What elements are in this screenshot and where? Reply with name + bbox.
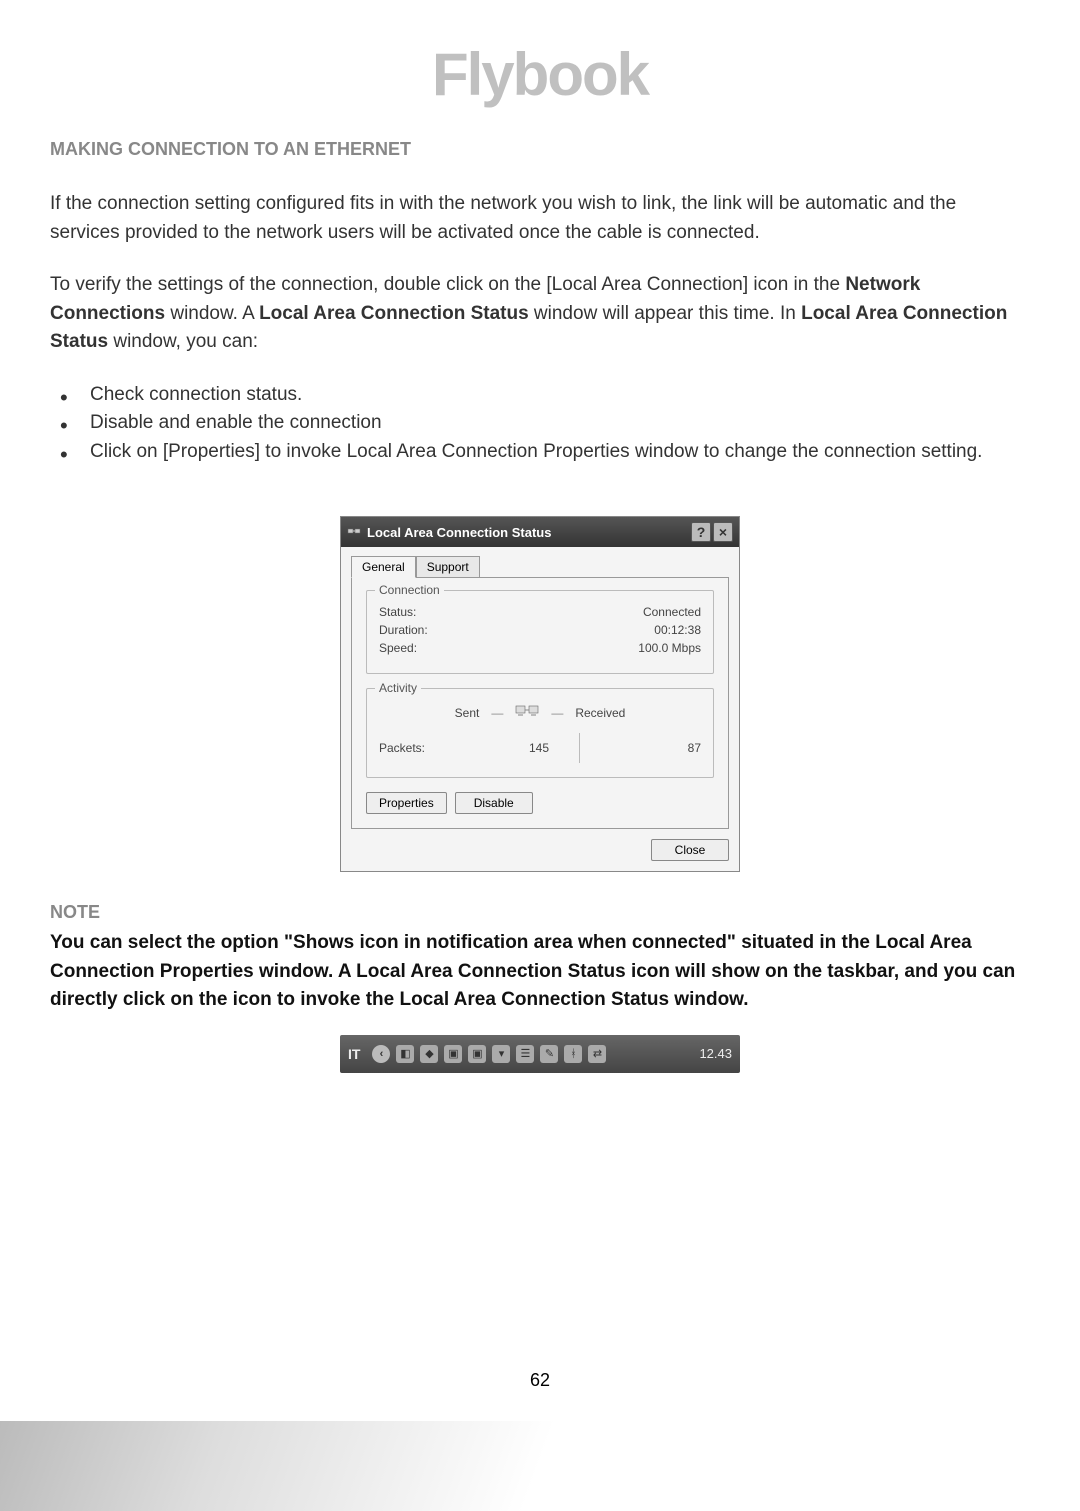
bullet-item-3: Click on [Properties] to invoke Local Ar… bbox=[50, 438, 1030, 467]
help-button[interactable]: ? bbox=[691, 522, 711, 542]
dash-right: — bbox=[551, 706, 563, 720]
taskbar-clock[interactable]: 12.43 bbox=[699, 1046, 732, 1061]
brand-logo-text: Flybook bbox=[432, 41, 648, 108]
tab-support[interactable]: Support bbox=[416, 556, 480, 578]
speed-value: 100.0 Mbps bbox=[638, 641, 701, 655]
tray-expand-icon[interactable]: ‹ bbox=[372, 1045, 390, 1063]
taskbar-screenshot: IT ‹ ◧ ◆ ▣ ▣ ▾ ☰ ✎ ᚼ ⇄ 12.43 bbox=[50, 1035, 1030, 1073]
duration-value: 00:12:38 bbox=[654, 623, 701, 637]
packets-received: 87 bbox=[589, 741, 701, 755]
status-label: Status: bbox=[379, 605, 416, 619]
tray-icon-4[interactable]: ▣ bbox=[468, 1045, 486, 1063]
activity-legend: Activity bbox=[375, 681, 421, 695]
button-row: Properties Disable bbox=[366, 792, 714, 814]
close-button[interactable]: Close bbox=[651, 839, 729, 861]
language-indicator[interactable]: IT bbox=[348, 1046, 360, 1062]
disable-button[interactable]: Disable bbox=[455, 792, 533, 814]
network-icon bbox=[347, 525, 361, 539]
properties-button[interactable]: Properties bbox=[366, 792, 447, 814]
tray-icon-3[interactable]: ▣ bbox=[444, 1045, 462, 1063]
para2-mid2: window will appear this time. In bbox=[529, 303, 801, 324]
activity-header: Sent — — Received bbox=[379, 703, 701, 723]
duration-label: Duration: bbox=[379, 623, 428, 637]
status-row: Status: Connected bbox=[379, 605, 701, 619]
network-tray-icon[interactable]: ⇄ bbox=[588, 1045, 606, 1063]
tray-icon-5[interactable]: ▾ bbox=[492, 1045, 510, 1063]
note-text: You can select the option "Shows icon in… bbox=[50, 929, 1030, 1015]
taskbar: IT ‹ ◧ ◆ ▣ ▣ ▾ ☰ ✎ ᚼ ⇄ 12.43 bbox=[340, 1035, 740, 1073]
para2-pre: To verify the settings of the connection… bbox=[50, 274, 845, 295]
paragraph-1: If the connection setting configured fit… bbox=[50, 190, 1030, 247]
dialog-window: Local Area Connection Status ? × General… bbox=[340, 516, 740, 872]
tray-icon-1[interactable]: ◧ bbox=[396, 1045, 414, 1063]
duration-row: Duration: 00:12:38 bbox=[379, 623, 701, 637]
para2-bold-2: Local Area Connection Status bbox=[259, 303, 529, 324]
dialog-screenshot: Local Area Connection Status ? × General… bbox=[50, 516, 1030, 872]
section-heading: MAKING CONNECTION TO AN ETHERNET bbox=[50, 139, 1030, 160]
activity-group: Activity Sent — — Received Packets: 145 bbox=[366, 688, 714, 778]
dialog-title: Local Area Connection Status bbox=[367, 525, 551, 540]
note-heading: NOTE bbox=[50, 902, 1030, 923]
tray-icon-7[interactable]: ✎ bbox=[540, 1045, 558, 1063]
speed-label: Speed: bbox=[379, 641, 417, 655]
packets-sent: 145 bbox=[469, 741, 569, 755]
footer-gradient bbox=[0, 1421, 1080, 1511]
received-header: Received bbox=[575, 706, 625, 720]
dialog-titlebar: Local Area Connection Status ? × bbox=[341, 517, 739, 547]
packets-label: Packets: bbox=[379, 741, 469, 755]
sent-header: Sent bbox=[455, 706, 480, 720]
tray-icon-2[interactable]: ◆ bbox=[420, 1045, 438, 1063]
packets-row: Packets: 145 87 bbox=[379, 733, 701, 763]
dialog-body: General Support Connection Status: Conne… bbox=[341, 547, 739, 871]
bullet-list: Check connection status. Disable and ena… bbox=[50, 381, 1030, 467]
tab-general[interactable]: General bbox=[351, 556, 416, 578]
para2-mid: window. A bbox=[165, 303, 259, 324]
dialog-tabs: General Support bbox=[351, 555, 729, 577]
brand-logo: Flybook bbox=[50, 40, 1030, 109]
close-x-button[interactable]: × bbox=[713, 522, 733, 542]
para2-post: window, you can: bbox=[108, 331, 258, 352]
bullet-item-2: Disable and enable the connection bbox=[50, 409, 1030, 438]
connection-legend: Connection bbox=[375, 583, 444, 597]
tab-content: Connection Status: Connected Duration: 0… bbox=[351, 577, 729, 829]
status-value: Connected bbox=[643, 605, 701, 619]
bluetooth-icon[interactable]: ᚼ bbox=[564, 1045, 582, 1063]
dash-left: — bbox=[491, 706, 503, 720]
speed-row: Speed: 100.0 Mbps bbox=[379, 641, 701, 655]
activity-divider bbox=[579, 733, 580, 763]
tray-icon-6[interactable]: ☰ bbox=[516, 1045, 534, 1063]
page-number: 62 bbox=[0, 1370, 1080, 1391]
connection-group: Connection Status: Connected Duration: 0… bbox=[366, 590, 714, 674]
close-row: Close bbox=[351, 839, 729, 861]
bullet-item-1: Check connection status. bbox=[50, 381, 1030, 410]
computers-icon bbox=[515, 703, 539, 723]
paragraph-2: To verify the settings of the connection… bbox=[50, 271, 1030, 357]
